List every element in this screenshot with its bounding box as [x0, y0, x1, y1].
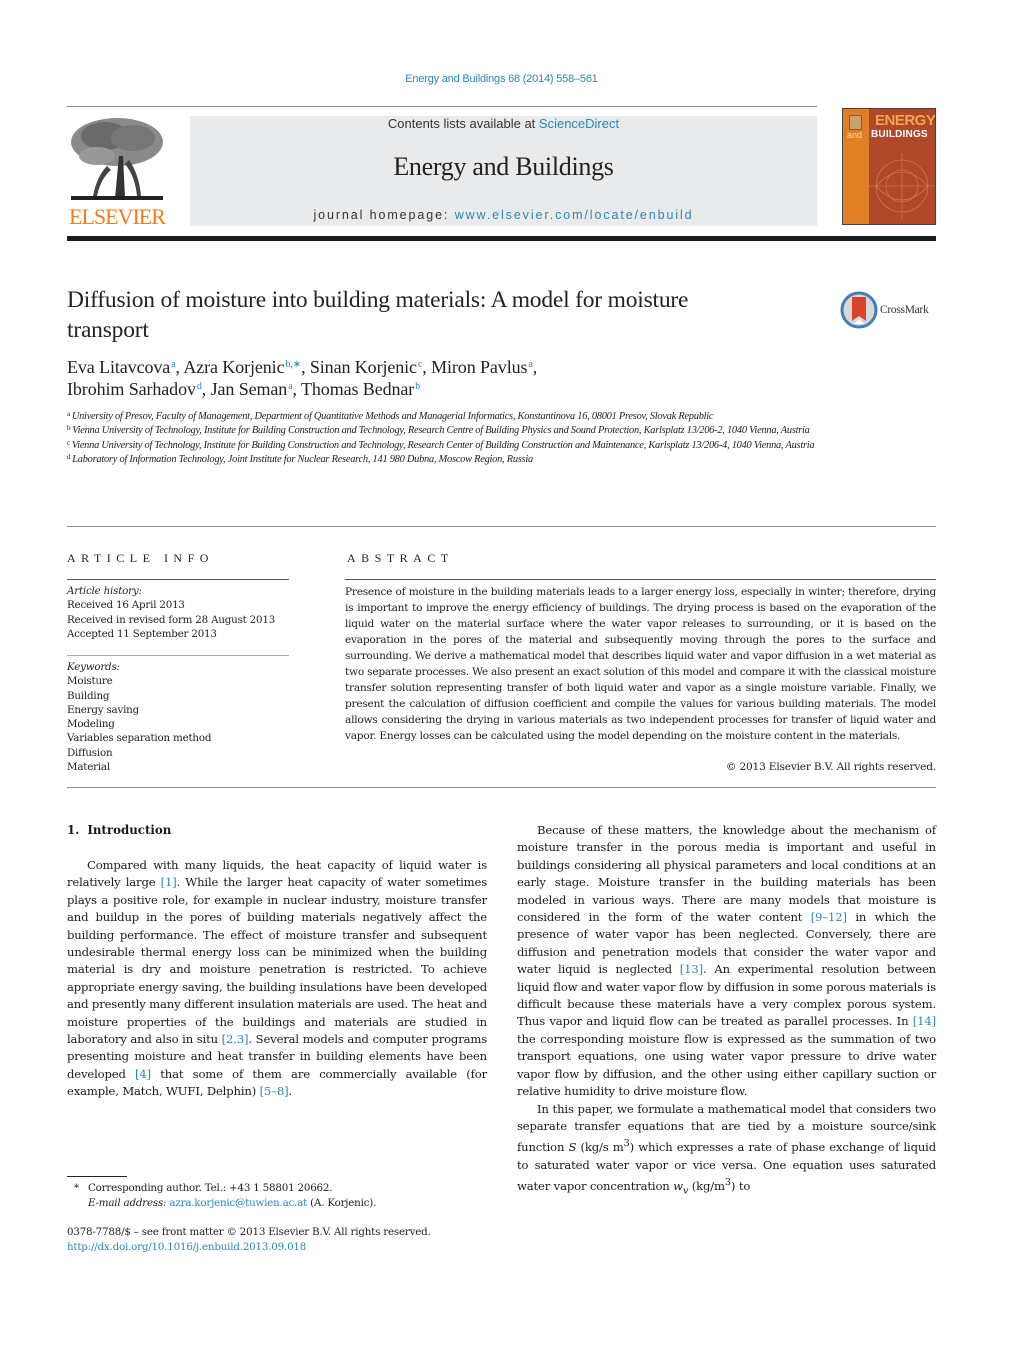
article-history: Article history: Received 16 April 2013 … [67, 584, 297, 641]
history-item: Accepted 11 September 2013 [67, 627, 217, 640]
citation-link[interactable]: [5–8] [260, 1084, 289, 1098]
affiliation-list: a University of Presov, Faculty of Manage… [67, 410, 827, 468]
paragraph: Compared with many liquids, the heat cap… [67, 858, 488, 1099]
cover-title-and: and [847, 130, 863, 140]
doi-link[interactable]: http://dx.doi.org/10.1016/j.enbuild.2013… [67, 1241, 306, 1253]
author[interactable]: Thomas Bednarb [301, 379, 420, 399]
elsevier-wordmark: ELSEVIER [69, 204, 166, 229]
paragraph: In this paper, we formulate a mathematic… [517, 1101, 936, 1197]
footnote-divider [67, 1176, 127, 1177]
article-title: Diffusion of moisture into building mate… [67, 287, 689, 343]
citation-link[interactable]: [14] [913, 1014, 936, 1028]
math-variable: wv [673, 1178, 689, 1197]
abstract-text: Presence of moisture in the building mat… [345, 586, 936, 742]
keyword: Modeling [67, 718, 115, 731]
crossmark-icon [840, 291, 878, 329]
affiliation: d Laboratory of Information Technology, J… [67, 453, 533, 466]
keyword: Diffusion [67, 746, 113, 759]
journal-cover-thumbnail[interactable]: ENERGY and BUILDINGS [842, 108, 936, 225]
body-divider [67, 787, 936, 788]
contents-prefix: Contents lists available at [387, 116, 539, 131]
cover-title-energy: ENERGY [875, 112, 936, 129]
affiliation-marker[interactable]: b,∗ [285, 359, 301, 370]
homepage-prefix: journal homepage: [313, 208, 455, 222]
abstract-divider [345, 579, 936, 580]
section-number: 1. [67, 823, 80, 837]
citation-link[interactable]: [9–12] [811, 910, 847, 924]
citation-link[interactable]: [2,3] [222, 1032, 249, 1046]
header-top-divider [67, 106, 817, 107]
journal-name: Energy and Buildings [393, 152, 614, 181]
citation-link[interactable]: [1] [161, 875, 177, 889]
keyword: Energy saving [67, 703, 140, 716]
cover-graphic [869, 153, 935, 219]
corresponding-author-note: * Corresponding author. Tel.: +43 1 58801… [74, 1182, 333, 1194]
author-list: Eva Litavcovaa, Azra Korjenicb,∗, Sinan … [67, 357, 538, 399]
cover-publisher-badge [849, 115, 862, 130]
keyword-list: Keywords: Moisture Building Energy savin… [67, 660, 297, 774]
abstract-copyright: © 2013 Elsevier B.V. All rights reserved… [725, 761, 936, 773]
citation-link[interactable]: [13] [680, 962, 703, 976]
author[interactable]: Azra Korjenicb,∗ [183, 357, 301, 377]
crossmark-button[interactable]: CrossMark [840, 291, 940, 331]
issn-line: 0378-7788/$ – see front matter © 2013 El… [67, 1226, 431, 1238]
author[interactable]: Miron Pavlusa [431, 357, 533, 377]
email-note: E-mail address: azra.korjenic@tuwien.ac.… [88, 1197, 377, 1209]
keyword: Moisture [67, 675, 113, 688]
cover-title-buildings: BUILDINGS [871, 129, 928, 140]
affiliation: b Vienna University of Technology, Instit… [67, 424, 810, 437]
keyword: Variables separation method [67, 732, 212, 745]
article-info-divider [67, 579, 289, 580]
affiliation: c Vienna University of Technology, Instit… [67, 438, 815, 451]
journal-reference-link[interactable]: Energy and Buildings 68 (2014) 558–561 [0, 73, 1003, 85]
header-thick-divider [67, 236, 936, 241]
affiliation-marker[interactable]: b [415, 381, 420, 392]
section-heading-introduction: 1. Introduction [67, 823, 171, 837]
front-matter: 0378-7788/$ – see front matter © 2013 El… [67, 1225, 497, 1255]
keywords-divider [67, 655, 289, 656]
author[interactable]: Sinan Korjenicc [310, 357, 423, 377]
author[interactable]: Ibrohim Sarhadovd [67, 379, 202, 399]
journal-homepage: journal homepage: www.elsevier.com/locat… [190, 208, 817, 222]
keyword: Building [67, 689, 110, 702]
abstract-heading: ABSTRACT [347, 551, 454, 565]
journal-homepage-link[interactable]: www.elsevier.com/locate/enbuild [455, 208, 694, 222]
sciencedirect-link[interactable]: ScienceDirect [539, 116, 619, 131]
author[interactable]: Jan Semana [211, 379, 293, 399]
history-item: Received 16 April 2013 [67, 599, 185, 612]
crossmark-label: CrossMark [880, 304, 929, 316]
author[interactable]: Eva Litavcovaa [67, 357, 176, 377]
body-column-right: Because of these matters, the knowledge … [517, 822, 936, 1200]
contents-availability: Contents lists available at ScienceDirec… [190, 116, 817, 131]
citation-link[interactable]: [4] [135, 1067, 151, 1081]
keyword: Material [67, 761, 110, 774]
email-link[interactable]: azra.korjenic@tuwien.ac.at [169, 1197, 307, 1209]
history-label: Article history: [67, 585, 142, 597]
article-info-heading: ARTICLE INFO [67, 551, 214, 565]
section-divider [67, 526, 936, 527]
affiliation: a University of Presov, Faculty of Manage… [67, 410, 714, 423]
body-column-left: Compared with many liquids, the heat cap… [67, 857, 487, 1101]
history-item: Received in revised form 28 August 2013 [67, 613, 276, 626]
footnote: * Corresponding author. Tel.: +43 1 58801… [74, 1181, 494, 1211]
section-title: Introduction [87, 823, 172, 837]
paragraph: Because of these matters, the knowledge … [517, 823, 936, 1099]
keywords-label: Keywords: [67, 661, 120, 673]
